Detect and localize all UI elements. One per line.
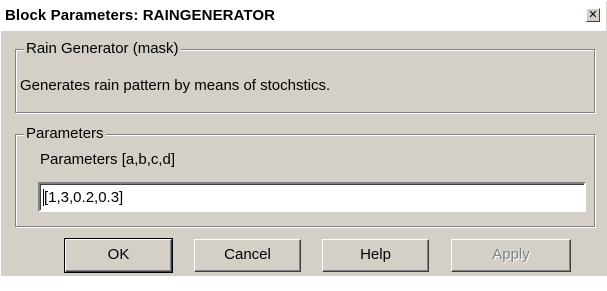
help-button[interactable]: Help — [322, 239, 429, 272]
mask-description: Generates rain pattern by means of stoch… — [20, 77, 331, 94]
ok-button[interactable]: OK — [64, 238, 173, 273]
title-bar[interactable]: Block Parameters: RAINGENERATOR ✕ — [1, 1, 606, 31]
parameters-input-value: [1,3,0.2,0.3] — [44, 189, 124, 206]
window-title: Block Parameters: RAINGENERATOR — [5, 7, 276, 24]
dialog-window: Block Parameters: RAINGENERATOR ✕ Rain G… — [0, 0, 607, 276]
mask-groupbox: Rain Generator (mask) Generates rain pat… — [15, 40, 595, 113]
parameters-field-label: Parameters [a,b,c,d] — [40, 151, 176, 168]
apply-button[interactable]: Apply — [451, 239, 571, 272]
parameters-groupbox: Parameters Parameters [a,b,c,d] [1,3,0.2… — [15, 125, 595, 227]
parameters-input[interactable]: [1,3,0.2,0.3] — [38, 182, 586, 212]
close-icon[interactable]: ✕ — [586, 8, 600, 22]
parameters-group-legend: Parameters — [24, 125, 106, 143]
mask-group-legend: Rain Generator (mask) — [24, 40, 181, 58]
cancel-button[interactable]: Cancel — [194, 239, 301, 272]
